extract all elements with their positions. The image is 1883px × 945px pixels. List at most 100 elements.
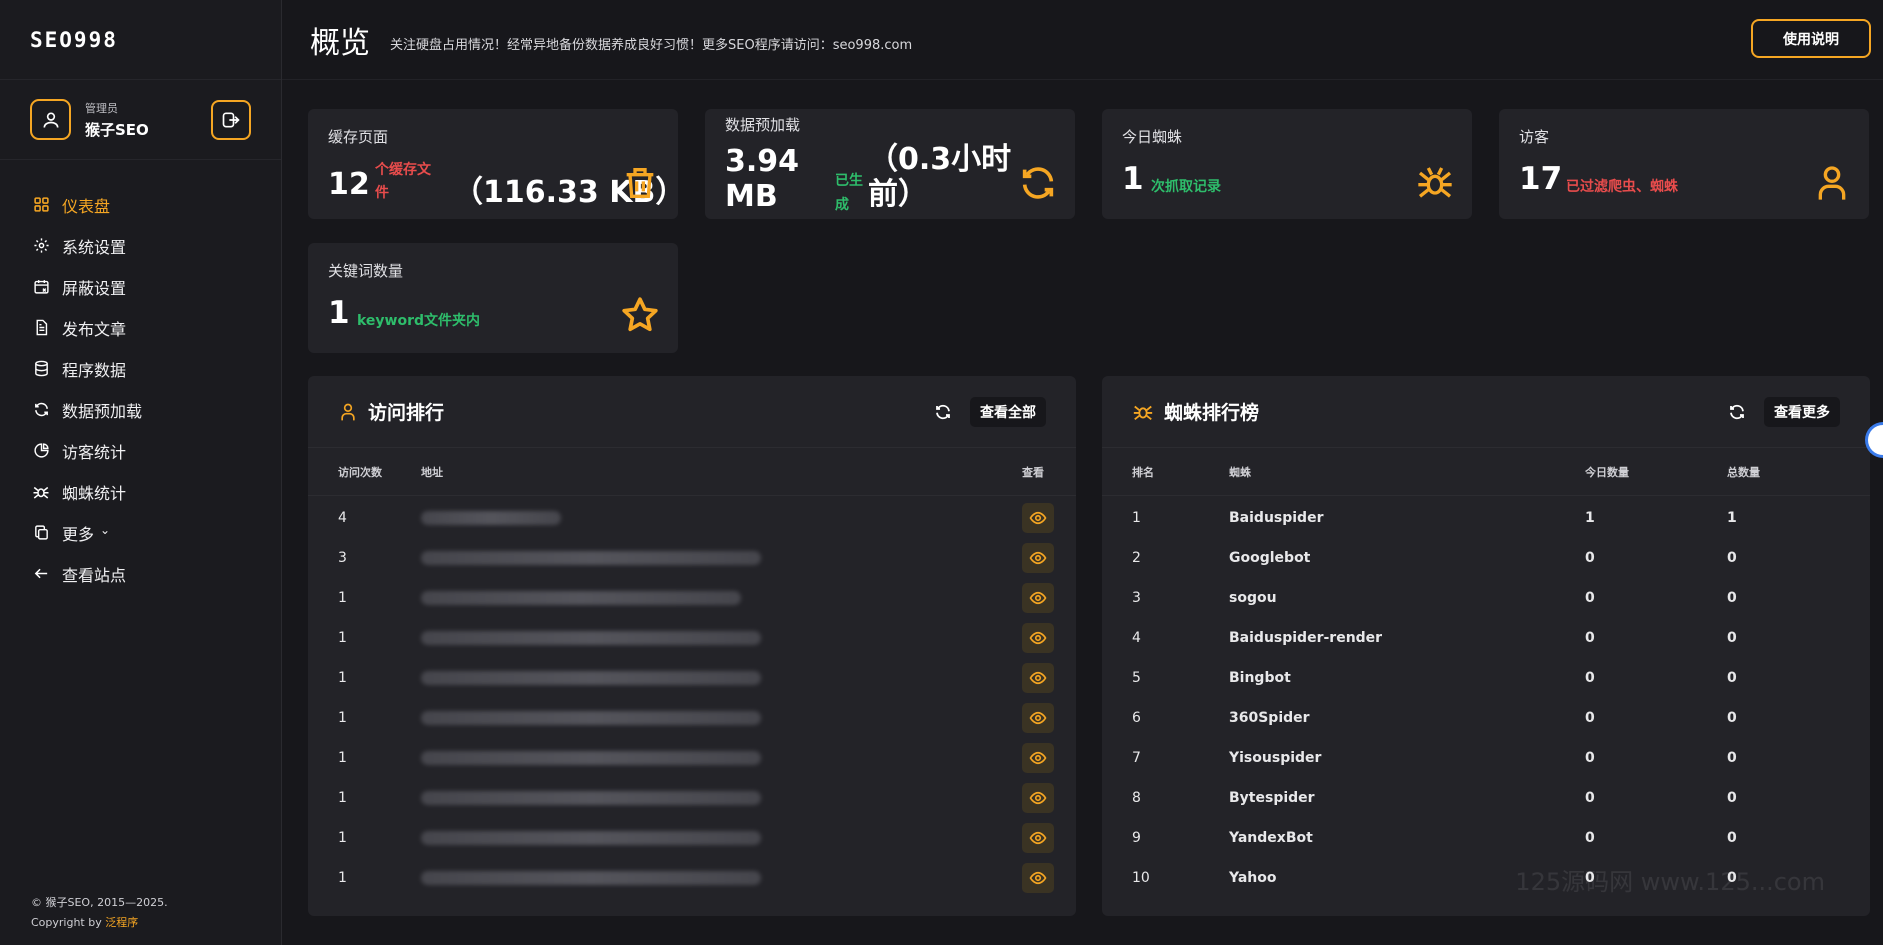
topbar: 概览 关注硬盘占用情况！经常异地备份数据养成良好习惯！更多SEO程序请访问：se… [282,0,1883,80]
visit-count: 4 [338,510,347,526]
sidebar-item-4[interactable]: 程序数据 [0,348,281,389]
preload-card: 数据预加载 3.94 MB 已生 成 （0.3小时 前） [705,109,1075,219]
table-row: 4 [308,498,1076,538]
sidebar-item-5[interactable]: 数据预加载 [0,389,281,430]
visit-address[interactable] [421,551,1022,565]
pie-chart-icon [32,442,50,460]
sidebar-item-3[interactable]: 发布文章 [0,307,281,348]
sidebar-item-6[interactable]: 访客统计 [0,430,281,471]
user-icon [341,403,355,420]
page-title: 概览 [310,25,370,61]
view-more-button[interactable]: 查看更多 [1764,396,1840,427]
arrow-left-icon [32,565,50,583]
view-button[interactable] [1022,503,1054,533]
cache-card: 缓存页面 12 个缓存文 件 （116.33 KB） [308,109,685,219]
sidebar-item-2[interactable]: 屏蔽设置 [0,266,281,307]
spider-refresh-button[interactable] [1724,399,1750,425]
spider-total: 1 [1727,510,1737,526]
spider-name: Googlebot [1229,550,1311,566]
visit-count: 1 [338,870,347,886]
visit-address[interactable] [421,831,1022,845]
eye-icon [1029,791,1047,805]
help-button[interactable]: 使用说明 [1751,19,1871,58]
cache-count: 12 [328,167,370,202]
sidebar-item-7[interactable]: 蜘蛛统计 [0,471,281,512]
spider-name: Baiduspider [1229,510,1324,526]
spider-total: 0 [1727,670,1737,686]
visit-address[interactable] [421,751,1022,765]
spider-rank-panel: 蜘蛛排行榜 查看更多 排名 蜘蛛 今日数量 总数量 1 Baiduspider 1 1… [1102,376,1870,916]
sidebar-item-0[interactable]: 仪表盘 [0,184,281,225]
col-visits: 访问次数 [338,465,382,479]
view-all-button[interactable]: 查看全部 [970,396,1046,427]
spider-today: 0 [1585,630,1595,646]
visit-address[interactable] [421,871,1022,885]
spider-rank-title: 蜘蛛排行榜 [1164,402,1260,424]
sidebar-item-1[interactable]: 系统设置 [0,225,281,266]
refresh-icon [1022,167,1054,199]
visit-rank-panel: 访问排行 查看全部 访问次数 地址 查看 4 3 1 1 1 1 1 1 1 1 [308,376,1076,916]
visit-address[interactable] [421,631,1022,645]
star-icon [622,297,658,332]
visit-count: 1 [338,590,347,606]
spider-today: 0 [1585,710,1595,726]
copy-icon [32,524,50,542]
view-button[interactable] [1022,823,1054,853]
visit-address[interactable] [421,791,1022,805]
spider-name: Baiduspider-render [1229,630,1383,646]
visitor-count: 17 [1519,161,1563,197]
view-button[interactable] [1022,743,1054,773]
view-button[interactable] [1022,583,1054,613]
spider-rank: 6 [1132,710,1141,726]
table-row: 1 [308,778,1076,818]
footer-copyright: © 猴子SEO, 2015—2025. [31,896,168,909]
visitor-note: 已过滤爬虫、蜘蛛 [1566,179,1678,195]
visit-address[interactable] [421,591,1022,605]
table-row: 1 Baiduspider 1 1 [1102,498,1870,538]
view-button[interactable] [1022,703,1054,733]
cache-label: 缓存页面 [328,128,389,146]
sidebar-item-9[interactable]: 查看站点 [0,553,281,594]
visit-count: 1 [338,630,347,646]
spider-rank: 8 [1132,790,1141,806]
visitor-label: 访客 [1519,128,1550,146]
page-subtitle: 关注硬盘占用情况！经常异地备份数据养成良好习惯！更多SEO程序请访问：seo99… [390,38,913,53]
logo[interactable]: SEO998 [0,0,281,80]
spider-total: 0 [1727,590,1737,606]
spider-name: 360Spider [1229,710,1310,726]
view-button[interactable] [1022,863,1054,893]
col-address: 地址 [421,465,443,479]
visit-address[interactable] [421,671,1022,685]
sidebar-item-8[interactable]: 更多 ⌄ [0,512,281,553]
logout-button[interactable] [211,99,251,140]
spider-table-header: 排名 蜘蛛 今日数量 总数量 [1102,448,1870,496]
view-button[interactable] [1022,543,1054,573]
col-today: 今日数量 [1585,465,1629,479]
visit-count: 1 [338,830,347,846]
spider-today: 1 [1585,510,1595,526]
spider-rank: 3 [1132,590,1141,606]
spider-name: Yisouspider [1229,750,1322,766]
spider-rank: 2 [1132,550,1141,566]
sidebar-item-label: 仪表盘 [62,196,111,216]
visit-count: 1 [338,710,347,726]
visit-count: 3 [338,550,347,566]
table-row: 3 sogou 0 0 [1102,578,1870,618]
cache-unit-1: 个缓存文 [375,162,431,178]
visit-address[interactable] [421,711,1022,725]
visitor-card: 访客 17 已过滤爬虫、蜘蛛 [1499,109,1869,219]
visit-count: 1 [338,670,347,686]
preload-time-1: （0.3小时 [868,142,1012,177]
table-row: 1 [308,698,1076,738]
spider-today: 0 [1585,550,1595,566]
logo-text: SEO998 [30,27,118,52]
visit-address[interactable] [421,511,1022,525]
spider-name: Bytespider [1229,790,1315,806]
watermark: 125源码网 www.125...com [1515,868,1825,896]
view-button[interactable] [1022,663,1054,693]
keywords-label: 关键词数量 [328,262,404,280]
visit-refresh-button[interactable] [930,399,956,425]
view-button[interactable] [1022,623,1054,653]
footer-link[interactable]: 泛程序 [105,916,138,929]
view-button[interactable] [1022,783,1054,813]
